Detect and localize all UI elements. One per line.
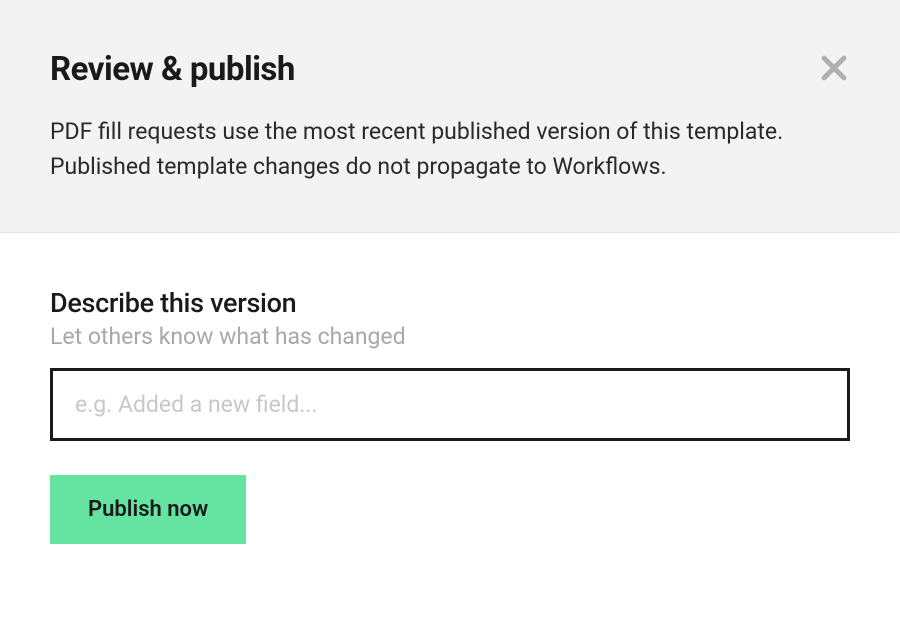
modal-description: PDF fill requests use the most recent pu… [50, 115, 850, 184]
version-description-input[interactable] [50, 368, 850, 441]
close-icon [817, 51, 851, 85]
publish-button[interactable]: Publish now [50, 475, 246, 544]
version-field-helper: Let others know what has changed [50, 323, 850, 350]
modal-title: Review & publish [50, 50, 850, 89]
version-field-label: Describe this version [50, 287, 850, 319]
modal-body: Describe this version Let others know wh… [0, 233, 900, 594]
modal-header: Review & publish PDF fill requests use t… [0, 0, 900, 233]
close-button[interactable] [814, 48, 854, 88]
